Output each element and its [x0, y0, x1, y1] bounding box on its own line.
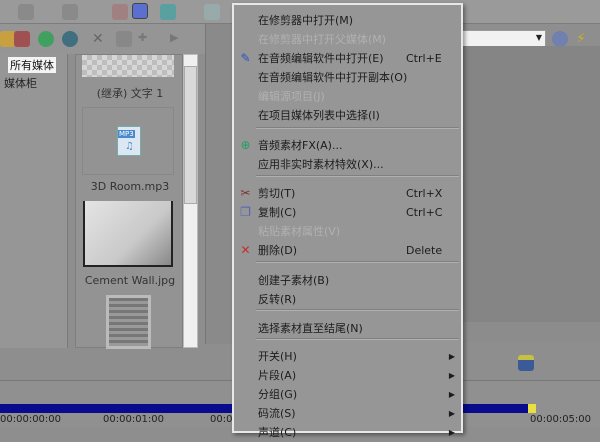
- menu-item[interactable]: ⊕ 音频素材FX(A)...: [234, 136, 461, 155]
- menu-item[interactable]: 在修剪器中打开(M): [234, 11, 461, 30]
- capture-icon[interactable]: [14, 31, 30, 47]
- menu-item-label: 粘贴素材属性(V): [258, 225, 341, 238]
- delete-icon: ✕: [240, 243, 251, 257]
- menu-item-label: 删除(D): [258, 244, 298, 257]
- menu-item: 在修剪器中打开父媒体(M): [234, 30, 461, 49]
- settings-icon[interactable]: [204, 4, 220, 20]
- menu-item-label: 开关(H): [258, 350, 297, 363]
- media-fx-icon[interactable]: ✚: [138, 31, 154, 47]
- menu-item-label: 在修剪器中打开父媒体(M): [258, 33, 387, 46]
- menu-item-label: 在音频编辑软件中打开(E): [258, 52, 384, 65]
- media-toolbar: ✕ ✚ ▶: [0, 24, 230, 54]
- region-end-marker[interactable]: [528, 404, 536, 413]
- redo-icon[interactable]: [62, 4, 78, 20]
- context-menu: 在修剪器中打开(M) 在修剪器中打开父媒体(M) ✎ 在音频编辑软件中打开(E) Ctr…: [232, 3, 463, 439]
- menu-item-label: 声道(C): [258, 426, 297, 439]
- menu-item-label: 在项目媒体列表中选择(I): [258, 109, 380, 122]
- lightning-icon[interactable]: ⚡: [576, 31, 592, 47]
- menu-item-label: 剪切(T): [258, 187, 296, 200]
- timecode-label: 00:00:00:00: [0, 414, 62, 425]
- text-thumbnail[interactable]: [82, 55, 174, 77]
- menu-item[interactable]: 在项目媒体列表中选择(I): [234, 106, 461, 125]
- menu-item-label: 反转(R): [258, 293, 297, 306]
- menu-item: 粘贴素材属性(V): [234, 222, 461, 241]
- menu-item-label: 分组(G): [258, 388, 298, 401]
- text-effect-icon[interactable]: [552, 31, 568, 47]
- media-caption: (继承) 文字 1: [96, 87, 164, 100]
- delete-media-icon[interactable]: ✕: [92, 31, 108, 47]
- preview-toolbar: [205, 24, 235, 344]
- select-tool-icon[interactable]: [112, 4, 128, 20]
- menu-item[interactable]: 片段(A) ▶: [234, 366, 461, 385]
- menu-separator: [256, 127, 459, 129]
- loop-region-icon[interactable]: [518, 355, 534, 371]
- media-list: (继承) 文字 1 MP3 ♫ 3D Room.mp3 Cement Wall.j…: [75, 54, 183, 349]
- submenu-arrow-icon: ▶: [448, 371, 455, 380]
- fx-plugin-icon: ⊕: [240, 138, 251, 152]
- menu-separator: [256, 338, 459, 340]
- menu-item-shortcut: Ctrl+X: [406, 187, 443, 200]
- submenu-arrow-icon: ▶: [448, 428, 455, 437]
- scrollbar-thumb[interactable]: [184, 66, 197, 204]
- search-media-icon[interactable]: [62, 31, 78, 47]
- tree-item-media-bins[interactable]: 媒体柜: [0, 74, 67, 92]
- submenu-arrow-icon: ▶: [448, 409, 455, 418]
- menu-item: 编辑源项目(J): [234, 87, 461, 106]
- menu-item[interactable]: 在音频编辑软件中打开副本(O): [234, 68, 461, 87]
- menu-item[interactable]: 开关(H) ▶: [234, 347, 461, 366]
- edit-tool-icon[interactable]: [132, 3, 148, 19]
- chevron-down-icon: ▼: [535, 33, 542, 42]
- menu-item[interactable]: ❐ 复制(C) Ctrl+C: [234, 203, 461, 222]
- submenu-arrow-icon: ▶: [448, 390, 455, 399]
- menu-item[interactable]: 应用非实时素材特效(X)...: [234, 155, 461, 174]
- undo-icon[interactable]: [18, 4, 34, 20]
- menu-item-label: 音频素材FX(A)...: [258, 139, 343, 152]
- menu-item[interactable]: 创建子素材(B): [234, 271, 461, 290]
- mp3-file-icon: MP3 ♫: [117, 126, 141, 156]
- menu-item[interactable]: 码流(S) ▶: [234, 404, 461, 423]
- menu-item[interactable]: 声道(C) ▶: [234, 423, 461, 442]
- menu-item[interactable]: ✂ 剪切(T) Ctrl+X: [234, 184, 461, 203]
- pencil-icon: ✎: [240, 51, 251, 65]
- menu-item[interactable]: ✕ 删除(D) Delete: [234, 241, 461, 260]
- image-thumbnail[interactable]: [83, 201, 173, 267]
- menu-item[interactable]: ✎ 在音频编辑软件中打开(E) Ctrl+E: [234, 49, 461, 68]
- menu-item-label: 在音频编辑软件中打开副本(O): [258, 71, 408, 84]
- transport-controls: [462, 322, 600, 342]
- menu-item-label: 应用非实时素材特效(X)...: [258, 158, 384, 171]
- preview-area: [462, 46, 600, 328]
- media-caption: Cement Wall.jpg: [84, 274, 176, 287]
- submenu-arrow-icon: ▶: [448, 352, 455, 361]
- copy-icon: ❐: [240, 205, 251, 219]
- image-thumbnail[interactable]: [106, 295, 151, 349]
- menu-separator: [256, 175, 459, 177]
- menu-item-label: 在修剪器中打开(M): [258, 14, 354, 27]
- play-icon[interactable]: ▶: [170, 31, 186, 47]
- tree-item-all-media[interactable]: 所有媒体: [8, 57, 56, 73]
- menu-item[interactable]: 选择素材直至结尾(N): [234, 319, 461, 338]
- timecode-label: 00:0: [210, 414, 233, 425]
- menu-item-shortcut: Ctrl+C: [406, 206, 443, 219]
- media-bin-tree: 所有媒体 媒体柜: [0, 54, 68, 348]
- menu-separator: [256, 261, 459, 263]
- menu-item-shortcut: Delete: [406, 244, 443, 257]
- snap-icon[interactable]: [160, 4, 176, 20]
- menu-item-shortcut: Ctrl+E: [406, 52, 442, 65]
- menu-item[interactable]: 分组(G) ▶: [234, 385, 461, 404]
- menu-item[interactable]: 反转(R): [234, 290, 461, 309]
- menu-item-label: 创建子素材(B): [258, 274, 330, 287]
- menu-separator: [256, 309, 459, 311]
- media-caption: 3D Room.mp3: [90, 180, 170, 193]
- web-media-icon[interactable]: [38, 31, 54, 47]
- menu-item-label: 复制(C): [258, 206, 297, 219]
- menu-item-label: 编辑源项目(J): [258, 90, 325, 103]
- timecode-label: 00:00:05:00: [530, 414, 592, 425]
- menu-item-label: 选择素材直至结尾(N): [258, 322, 363, 335]
- timecode-label: 00:00:01:00: [103, 414, 165, 425]
- properties-icon[interactable]: [116, 31, 132, 47]
- menu-item-label: 片段(A): [258, 369, 297, 382]
- menu-item-label: 码流(S): [258, 407, 296, 420]
- audio-thumbnail[interactable]: MP3 ♫: [82, 107, 174, 175]
- scissors-icon: ✂: [240, 186, 251, 200]
